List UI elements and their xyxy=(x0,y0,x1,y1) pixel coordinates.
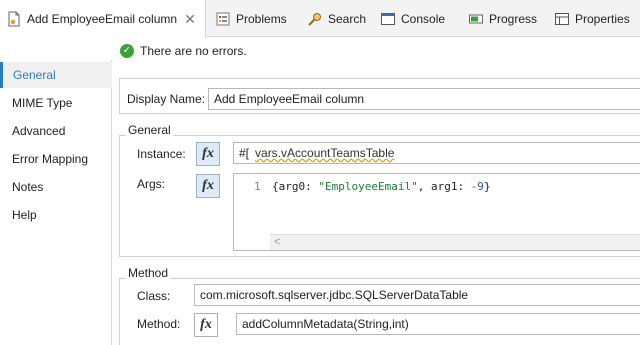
problems-icon xyxy=(215,11,231,27)
scroll-left-icon[interactable]: < xyxy=(274,236,280,248)
properties-icon xyxy=(554,11,570,27)
display-name-label: Display Name: xyxy=(127,92,206,106)
general-group-title: General xyxy=(126,123,173,137)
fx-toggle-instance[interactable]: fx xyxy=(196,142,220,166)
sidebar-item-notes[interactable]: Notes xyxy=(0,174,112,200)
sidebar-item-error-mapping[interactable]: Error Mapping xyxy=(0,146,112,172)
tab-properties[interactable]: Properties xyxy=(554,0,630,37)
instance-field[interactable]: #[ vars.vAccountTeamsTable xyxy=(233,142,640,164)
tab-label: Problems xyxy=(236,11,287,26)
tab-label: Progress xyxy=(489,11,538,26)
sidebar-item-general[interactable]: General xyxy=(0,62,112,88)
code-token: {arg0: xyxy=(272,180,319,193)
progress-icon xyxy=(468,11,484,27)
sidebar-item-label: General xyxy=(13,68,56,82)
tab-console[interactable]: Console xyxy=(380,0,445,37)
tab-problems[interactable]: Problems xyxy=(215,0,287,37)
args-label: Args: xyxy=(137,177,166,191)
sidebar-item-label: Notes xyxy=(12,180,44,194)
tab-label: Add EmployeeEmail column xyxy=(27,12,178,26)
class-label: Class: xyxy=(137,289,171,303)
sidebar-item-label: Help xyxy=(12,208,37,222)
status-text: There are no errors. xyxy=(140,44,247,58)
sidebar-item-help[interactable]: Help xyxy=(0,202,112,228)
code-string-token: "EmployeeEmail" xyxy=(318,180,418,193)
fx-toggle-method[interactable]: fx xyxy=(194,313,218,337)
properties-content: Display Name: Add EmployeeEmail column G… xyxy=(112,60,640,345)
line-number: 1 xyxy=(254,180,261,193)
args-code-line: {arg0: "EmployeeEmail", arg1: -9} xyxy=(272,180,491,193)
horizontal-scrollbar[interactable]: < xyxy=(270,234,640,250)
instance-expression: vars.vAccountTeamsTable xyxy=(255,146,395,160)
validation-status: ✓ There are no errors. xyxy=(120,44,247,58)
editor-tab-bar: Add EmployeeEmail column ✕ Problems Sear… xyxy=(0,0,640,38)
sidebar-nav: General MIME Type Advanced Error Mapping… xyxy=(0,60,112,345)
code-number-token: -9 xyxy=(470,180,484,193)
method-label: Method: xyxy=(137,317,181,331)
search-icon xyxy=(307,11,323,27)
console-icon xyxy=(380,11,396,27)
code-token: , arg1: xyxy=(417,180,471,193)
class-field[interactable]: com.microsoft.sqlserver.jdbc.SQLServerDa… xyxy=(194,284,640,306)
tab-search[interactable]: Search xyxy=(307,0,366,37)
document-icon xyxy=(6,11,22,27)
tab-label: Console xyxy=(401,11,446,26)
sidebar-item-advanced[interactable]: Advanced xyxy=(0,118,112,144)
tab-progress[interactable]: Progress xyxy=(468,0,537,37)
sidebar-item-label: Error Mapping xyxy=(12,152,89,166)
method-field[interactable]: addColumnMetadata(String,int) xyxy=(236,313,640,335)
tab-label: Properties xyxy=(575,11,630,26)
expression-prefix: #[ xyxy=(239,146,250,160)
check-circle-icon: ✓ xyxy=(120,44,134,58)
tab-add-employeeemail-column[interactable]: Add EmployeeEmail column ✕ xyxy=(0,0,206,38)
method-group-title: Method xyxy=(126,266,171,280)
close-icon[interactable]: ✕ xyxy=(184,11,196,28)
tab-label: Search xyxy=(328,11,367,26)
fx-toggle-args[interactable]: fx xyxy=(196,174,220,198)
sidebar-item-mime-type[interactable]: MIME Type xyxy=(0,90,112,116)
sidebar-item-label: Advanced xyxy=(12,124,66,138)
instance-label: Instance: xyxy=(137,147,186,161)
code-token: } xyxy=(483,180,491,193)
args-code-editor[interactable]: 1 {arg0: "EmployeeEmail", arg1: -9} < xyxy=(233,173,640,251)
display-name-field[interactable]: Add EmployeeEmail column xyxy=(208,88,640,110)
sidebar-item-label: MIME Type xyxy=(12,96,73,110)
